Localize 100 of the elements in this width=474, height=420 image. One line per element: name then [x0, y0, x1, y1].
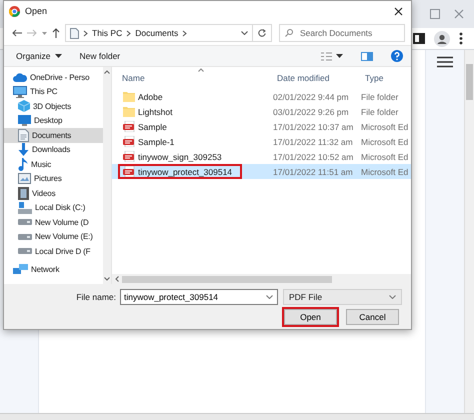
date-modified: 02/01/2022 9:44 pm: [273, 92, 350, 102]
new-folder-button[interactable]: New folder: [80, 51, 120, 61]
scroll-bar[interactable]: [112, 274, 411, 284]
scroll-bar[interactable]: [103, 67, 111, 284]
file-row[interactable]: Adobe 02/01/2022 9:44 pm File folder: [112, 89, 411, 104]
nav-item[interactable]: Downloads: [4, 142, 103, 157]
date-modified: 03/01/2022 9:26 pm: [273, 106, 350, 116]
chevron-down-icon: [389, 295, 396, 299]
date-modified: 17/01/2022 11:32 am: [273, 136, 354, 146]
file-name-field[interactable]: tinywow_protect_309514: [120, 289, 278, 305]
nav-item[interactable]: OneDrive - Perso: [4, 70, 103, 84]
document-icon: [70, 28, 79, 38]
nav-item[interactable]: New Volume (E:): [4, 230, 103, 244]
cube-icon: [18, 100, 30, 112]
film-icon: [18, 186, 29, 200]
scroll-bar[interactable]: [464, 50, 474, 413]
nav-item[interactable]: Videos: [4, 186, 103, 200]
sort-caret-icon: [198, 68, 204, 72]
refresh-button[interactable]: [252, 24, 272, 42]
drive-icon: [18, 219, 32, 226]
nav-item[interactable]: Network: [4, 262, 103, 277]
nav-item[interactable]: Music: [4, 157, 103, 172]
file-type: Microsoft Ed: [361, 152, 410, 162]
scroll-up-icon[interactable]: [104, 70, 110, 74]
date-modified: 17/01/2022 10:37 am: [273, 122, 354, 132]
caret-icon: [336, 54, 343, 58]
file-name: Adobe: [138, 92, 163, 102]
view-options-icon[interactable]: [321, 52, 332, 60]
pdf-file-icon: [123, 121, 135, 132]
file-row[interactable]: Sample 17/01/2022 10:37 am Microsoft Ed: [112, 119, 411, 134]
caret-icon: [54, 54, 62, 58]
file-row[interactable]: tinywow_sign_309253 17/01/2022 10:52 am Microsoft Ed: [112, 149, 411, 164]
scroll-down-icon[interactable]: [104, 277, 110, 281]
nav-item[interactable]: New Volume (D: [4, 215, 103, 230]
refresh-icon: [258, 29, 266, 37]
date-modified: 17/01/2022 10:52 am: [273, 152, 354, 162]
file-row[interactable]: tinywow_protect_309514 17/01/2022 11:51 am Microsoft Ed: [112, 164, 411, 179]
computer-icon: [13, 86, 27, 98]
drive-icon: [18, 202, 32, 214]
close-icon[interactable]: [394, 6, 403, 16]
help-icon[interactable]: [391, 50, 403, 62]
search-field[interactable]: Search Documents: [279, 24, 405, 42]
breadcrumb[interactable]: This PC: [92, 28, 122, 38]
file-type: Microsoft Ed: [361, 136, 410, 146]
folder-icon: [123, 91, 135, 102]
scroll-left-icon[interactable]: [115, 276, 119, 282]
pictures-icon: [18, 173, 31, 184]
nav-item[interactable]: 3D Objects: [4, 99, 103, 114]
dialog-button[interactable]: Open: [284, 309, 337, 325]
column-header[interactable]: Type: [365, 73, 411, 84]
music-note-icon: [18, 158, 28, 171]
nav-item[interactable]: Documents: [4, 128, 103, 142]
nav-item[interactable]: Local Disk (C:): [4, 200, 103, 215]
chevron-down-icon[interactable]: [266, 295, 273, 299]
up-arrow-icon[interactable]: [52, 28, 60, 38]
document-icon: [18, 128, 29, 142]
desktop-icon: [18, 115, 31, 126]
back-arrow-icon[interactable]: [12, 29, 22, 37]
horizontal-scroll-bar[interactable]: [0, 413, 474, 420]
pdf-file-icon: [123, 151, 135, 162]
preview-pane-icon[interactable]: [361, 52, 373, 60]
drive-icon: [18, 248, 32, 254]
maximize-icon[interactable]: [430, 9, 440, 19]
pdf-file-icon: [123, 136, 135, 147]
file-name: Lightshot: [138, 106, 172, 116]
file-type: File folder: [361, 106, 400, 116]
breadcrumb[interactable]: Documents: [135, 28, 178, 38]
column-header[interactable]: Date modified: [277, 73, 365, 84]
chevron-down-icon[interactable]: [241, 31, 248, 35]
sidebar-icon[interactable]: [413, 33, 425, 44]
network-icon: [13, 264, 28, 276]
app-icon: [9, 6, 20, 16]
nav-item[interactable]: Desktop: [4, 114, 103, 128]
dialog-button[interactable]: Cancel: [346, 309, 399, 325]
menu-icon[interactable]: [459, 32, 463, 45]
nav-item[interactable]: This PC: [4, 84, 103, 99]
search-icon: [285, 29, 293, 37]
chevron-icon: [83, 30, 88, 36]
file-row[interactable]: Lightshot 03/01/2022 9:26 pm File folder: [112, 104, 411, 119]
nav-item[interactable]: Pictures: [4, 172, 103, 186]
address-bar[interactable]: This PC Documents: [65, 24, 253, 42]
file-type: Microsoft Ed: [361, 166, 410, 176]
file-name: tinywow_protect_309514: [138, 166, 232, 176]
dropdown-icon[interactable]: [42, 32, 47, 34]
window-title: Open: [25, 6, 48, 16]
hamburger-icon[interactable]: [437, 56, 453, 68]
folder-icon: [123, 106, 135, 117]
chevron-icon: [126, 30, 132, 36]
column-header[interactable]: Name: [122, 73, 277, 84]
organize-menu[interactable]: Organize: [16, 51, 62, 61]
nav-item[interactable]: Local Drive D (F: [4, 244, 103, 258]
chevron-icon: [182, 30, 188, 36]
cloud-icon: [13, 72, 27, 82]
file-name: tinywow_sign_309253: [138, 152, 222, 162]
date-modified: 17/01/2022 11:51 am: [273, 166, 354, 176]
file-row[interactable]: Sample-1 17/01/2022 11:32 am Microsoft Ed: [112, 134, 411, 149]
file-name: Sample-1: [138, 136, 174, 146]
file-name-label: File name:: [76, 292, 116, 302]
file-type-dropdown[interactable]: PDF File: [283, 289, 402, 305]
profile-icon[interactable]: [434, 30, 450, 46]
